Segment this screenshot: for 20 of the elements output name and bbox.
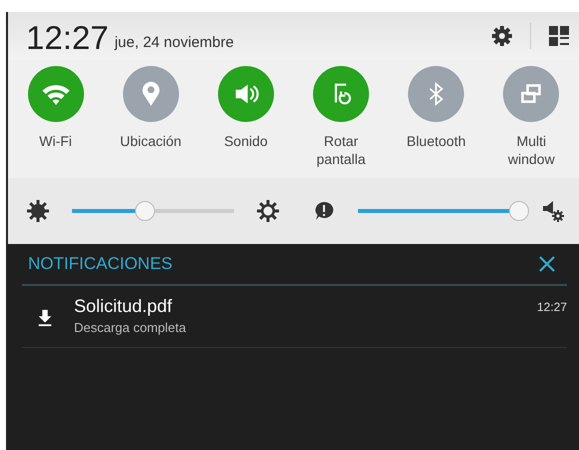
notification-title: Solicitud.pdf <box>74 296 174 317</box>
quick-toggle[interactable]: Multi window <box>487 66 576 178</box>
brightness-high-icon <box>256 199 280 223</box>
quick-toggle[interactable]: Bluetooth <box>392 66 480 178</box>
close-icon[interactable] <box>537 254 557 274</box>
clock-time: 12:27 <box>26 19 109 57</box>
quick-toggle[interactable]: Ubicación <box>106 66 195 178</box>
notification-item[interactable]: Solicitud.pdf Descarga completa 12:27 <box>22 286 567 348</box>
grid-edit-icon[interactable] <box>547 24 571 48</box>
date-text: jue, 24 noviembre <box>114 34 234 50</box>
quick-toggle[interactable]: Wi-Fi <box>12 66 100 178</box>
quick-toggle[interactable]: Sonido <box>202 66 290 178</box>
notification-subtitle: Descarga completa <box>74 320 187 335</box>
notification-time: 12:27 <box>536 300 567 314</box>
brightness-low-icon <box>26 199 50 223</box>
download-icon <box>36 308 54 328</box>
quick-toggle[interactable]: Rotar pantalla <box>297 66 386 178</box>
settings-icon[interactable] <box>490 24 514 48</box>
notifications-heading: NOTIFICACIONES <box>28 254 173 274</box>
sound-settings-icon[interactable] <box>541 199 565 223</box>
